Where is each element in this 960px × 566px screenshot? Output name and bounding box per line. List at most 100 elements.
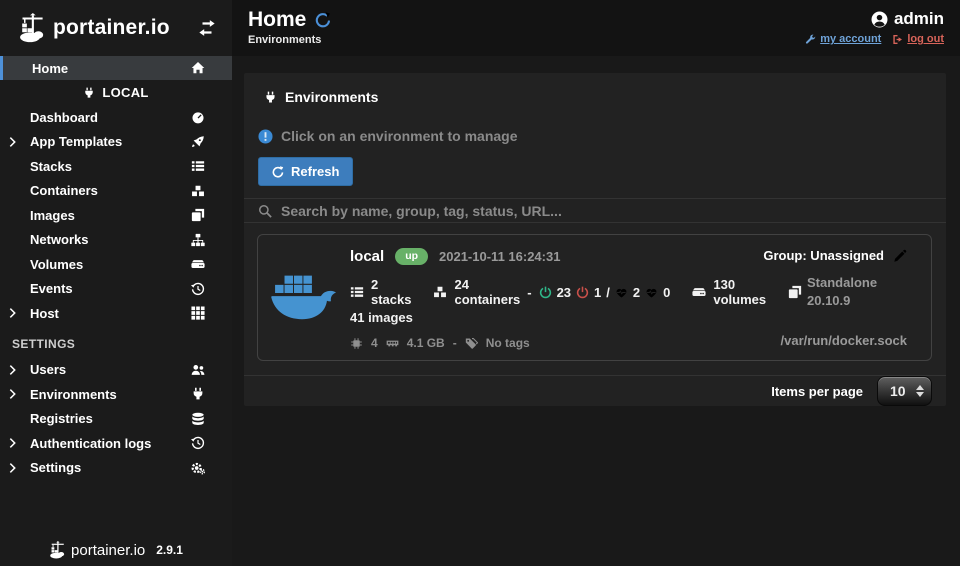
separator-dash: - [527, 285, 531, 300]
log-out-label: log out [907, 33, 944, 45]
refresh-button[interactable]: Refresh [258, 157, 353, 186]
wrench-icon [805, 34, 816, 45]
sidebar-item-host[interactable]: Host [0, 301, 232, 326]
sidebar-item-images[interactable]: Images [0, 203, 232, 228]
refresh-button-label: Refresh [291, 164, 339, 179]
main-area: Home Environments admin my account [232, 0, 960, 566]
hint-text: Click on an environment to manage [281, 128, 518, 144]
username: admin [894, 9, 944, 29]
sidebar-item-containers[interactable]: Containers [0, 179, 232, 204]
sidebar-item-label: Stacks [30, 159, 72, 174]
images-count: 41 images [350, 310, 759, 325]
healthy-heart-icon [615, 286, 628, 299]
sidebar-item-label: App Templates [30, 134, 122, 149]
sidebar-item-authentication-logs[interactable]: Authentication logs [0, 431, 232, 456]
separator-dash: - [453, 336, 457, 350]
refresh-icon [272, 166, 284, 178]
rocket-icon [191, 135, 205, 149]
sidebar-item-registries[interactable]: Registries [0, 407, 232, 432]
search-icon [258, 204, 272, 218]
sidebar-item-label: Users [30, 362, 66, 377]
cubes-icon [433, 285, 447, 299]
unhealthy-count: 0 [663, 285, 670, 300]
sidebar-item-users[interactable]: Users [0, 358, 232, 383]
sidebar-item-app-templates[interactable]: App Templates [0, 130, 232, 155]
status-badge: up [395, 248, 428, 265]
items-per-page-select[interactable]: 10 [877, 376, 932, 406]
search-input[interactable] [281, 203, 932, 219]
sidebar-item-networks[interactable]: Networks [0, 228, 232, 253]
pagination-footer: Items per page 10 [244, 375, 946, 406]
search-bar [244, 198, 946, 223]
gears-icon [191, 461, 205, 475]
user-menu: admin [871, 9, 944, 29]
memory-size: 4.1 GB [407, 336, 445, 350]
environment-meta: 4 4.1 GB - No tags [350, 336, 759, 350]
docker-logo-wrap [258, 245, 350, 350]
portainer-app: portainer.io Home LOCAL Dashboard App Te… [0, 0, 960, 566]
widget-title-label: Environments [285, 89, 378, 105]
running-count: 23 [557, 285, 571, 300]
footer-brand: portainer.io [71, 542, 145, 559]
my-account-link[interactable]: my account [805, 33, 881, 45]
sidebar: portainer.io Home LOCAL Dashboard App Te… [0, 0, 232, 566]
list-icon [350, 285, 364, 299]
breadcrumb: Environments [248, 34, 331, 46]
hdd-icon [191, 257, 205, 271]
stacks-stat: 2 stacks [350, 277, 411, 307]
sidebar-section-local: LOCAL [0, 80, 232, 105]
database-icon [191, 412, 205, 426]
gauge-icon [191, 110, 205, 124]
sidebar-footer: portainer.io 2.9.1 [0, 541, 232, 559]
environment-details: local up 2021-10-11 16:24:31 2 stacks [350, 245, 759, 350]
sidebar-item-settings[interactable]: Settings [0, 456, 232, 481]
microchip-icon [350, 337, 363, 350]
sidebar-item-label: Dashboard [30, 110, 98, 125]
cpu-count: 4 [371, 336, 378, 350]
plug-icon [191, 387, 205, 401]
sidebar-item-environments[interactable]: Environments [0, 382, 232, 407]
users-icon [191, 363, 205, 377]
layers-icon [191, 208, 205, 222]
page-title: Home [248, 8, 306, 32]
sidebar-item-stacks[interactable]: Stacks [0, 154, 232, 179]
sidebar-item-events[interactable]: Events [0, 277, 232, 302]
items-per-page-value: 10 [890, 383, 916, 399]
sidebar-logo-row: portainer.io [0, 0, 232, 56]
home-icon [191, 61, 205, 75]
sidebar-section-settings: SETTINGS [0, 326, 232, 358]
grid-icon [191, 306, 205, 320]
sidebar-item-label: Containers [30, 183, 98, 198]
tags-value: No tags [486, 336, 530, 350]
cubes-icon [191, 184, 205, 198]
stopped-count: 1 [594, 285, 601, 300]
log-out-link[interactable]: log out [892, 33, 944, 45]
snapshot-time: 2021-10-11 16:24:31 [439, 249, 560, 264]
stacks-count: 2 stacks [371, 277, 411, 307]
sidebar-collapse-button[interactable] [198, 19, 216, 37]
engine-version: 20.10.9 [807, 292, 877, 310]
sidebar-item-volumes[interactable]: Volumes [0, 252, 232, 277]
sidebar-item-label: Environments [30, 387, 117, 402]
portainer-logo-icon [18, 13, 48, 43]
sidebar-item-label: Host [30, 306, 59, 321]
environment-stats: 2 stacks 24 containers - 23 1 [350, 277, 759, 307]
docker-whale-icon [266, 271, 342, 325]
separator-slash: / [606, 285, 610, 300]
sidebar-item-dashboard[interactable]: Dashboard [0, 105, 232, 130]
chevron-right-icon [9, 462, 16, 473]
sidebar-item-label: Events [30, 281, 73, 296]
brand-title: portainer.io [53, 16, 198, 40]
environment-card[interactable]: local up 2021-10-11 16:24:31 2 stacks [257, 234, 932, 361]
topbar-left: Home Environments [248, 8, 331, 46]
plug-icon [264, 91, 277, 104]
edit-pencil-icon[interactable] [893, 249, 907, 263]
sidebar-item-home[interactable]: Home [0, 56, 232, 80]
topbar-right: admin my account log out [805, 8, 944, 45]
sidebar-item-label: Settings [30, 460, 81, 475]
chevron-right-icon [9, 389, 16, 400]
environment-side-info: Group: Unassigned Standalone 20.10.9 /va… [759, 245, 931, 350]
topbar: Home Environments admin my account [232, 0, 960, 56]
engine-type: Standalone [807, 274, 877, 292]
refresh-page-icon[interactable] [315, 12, 331, 28]
